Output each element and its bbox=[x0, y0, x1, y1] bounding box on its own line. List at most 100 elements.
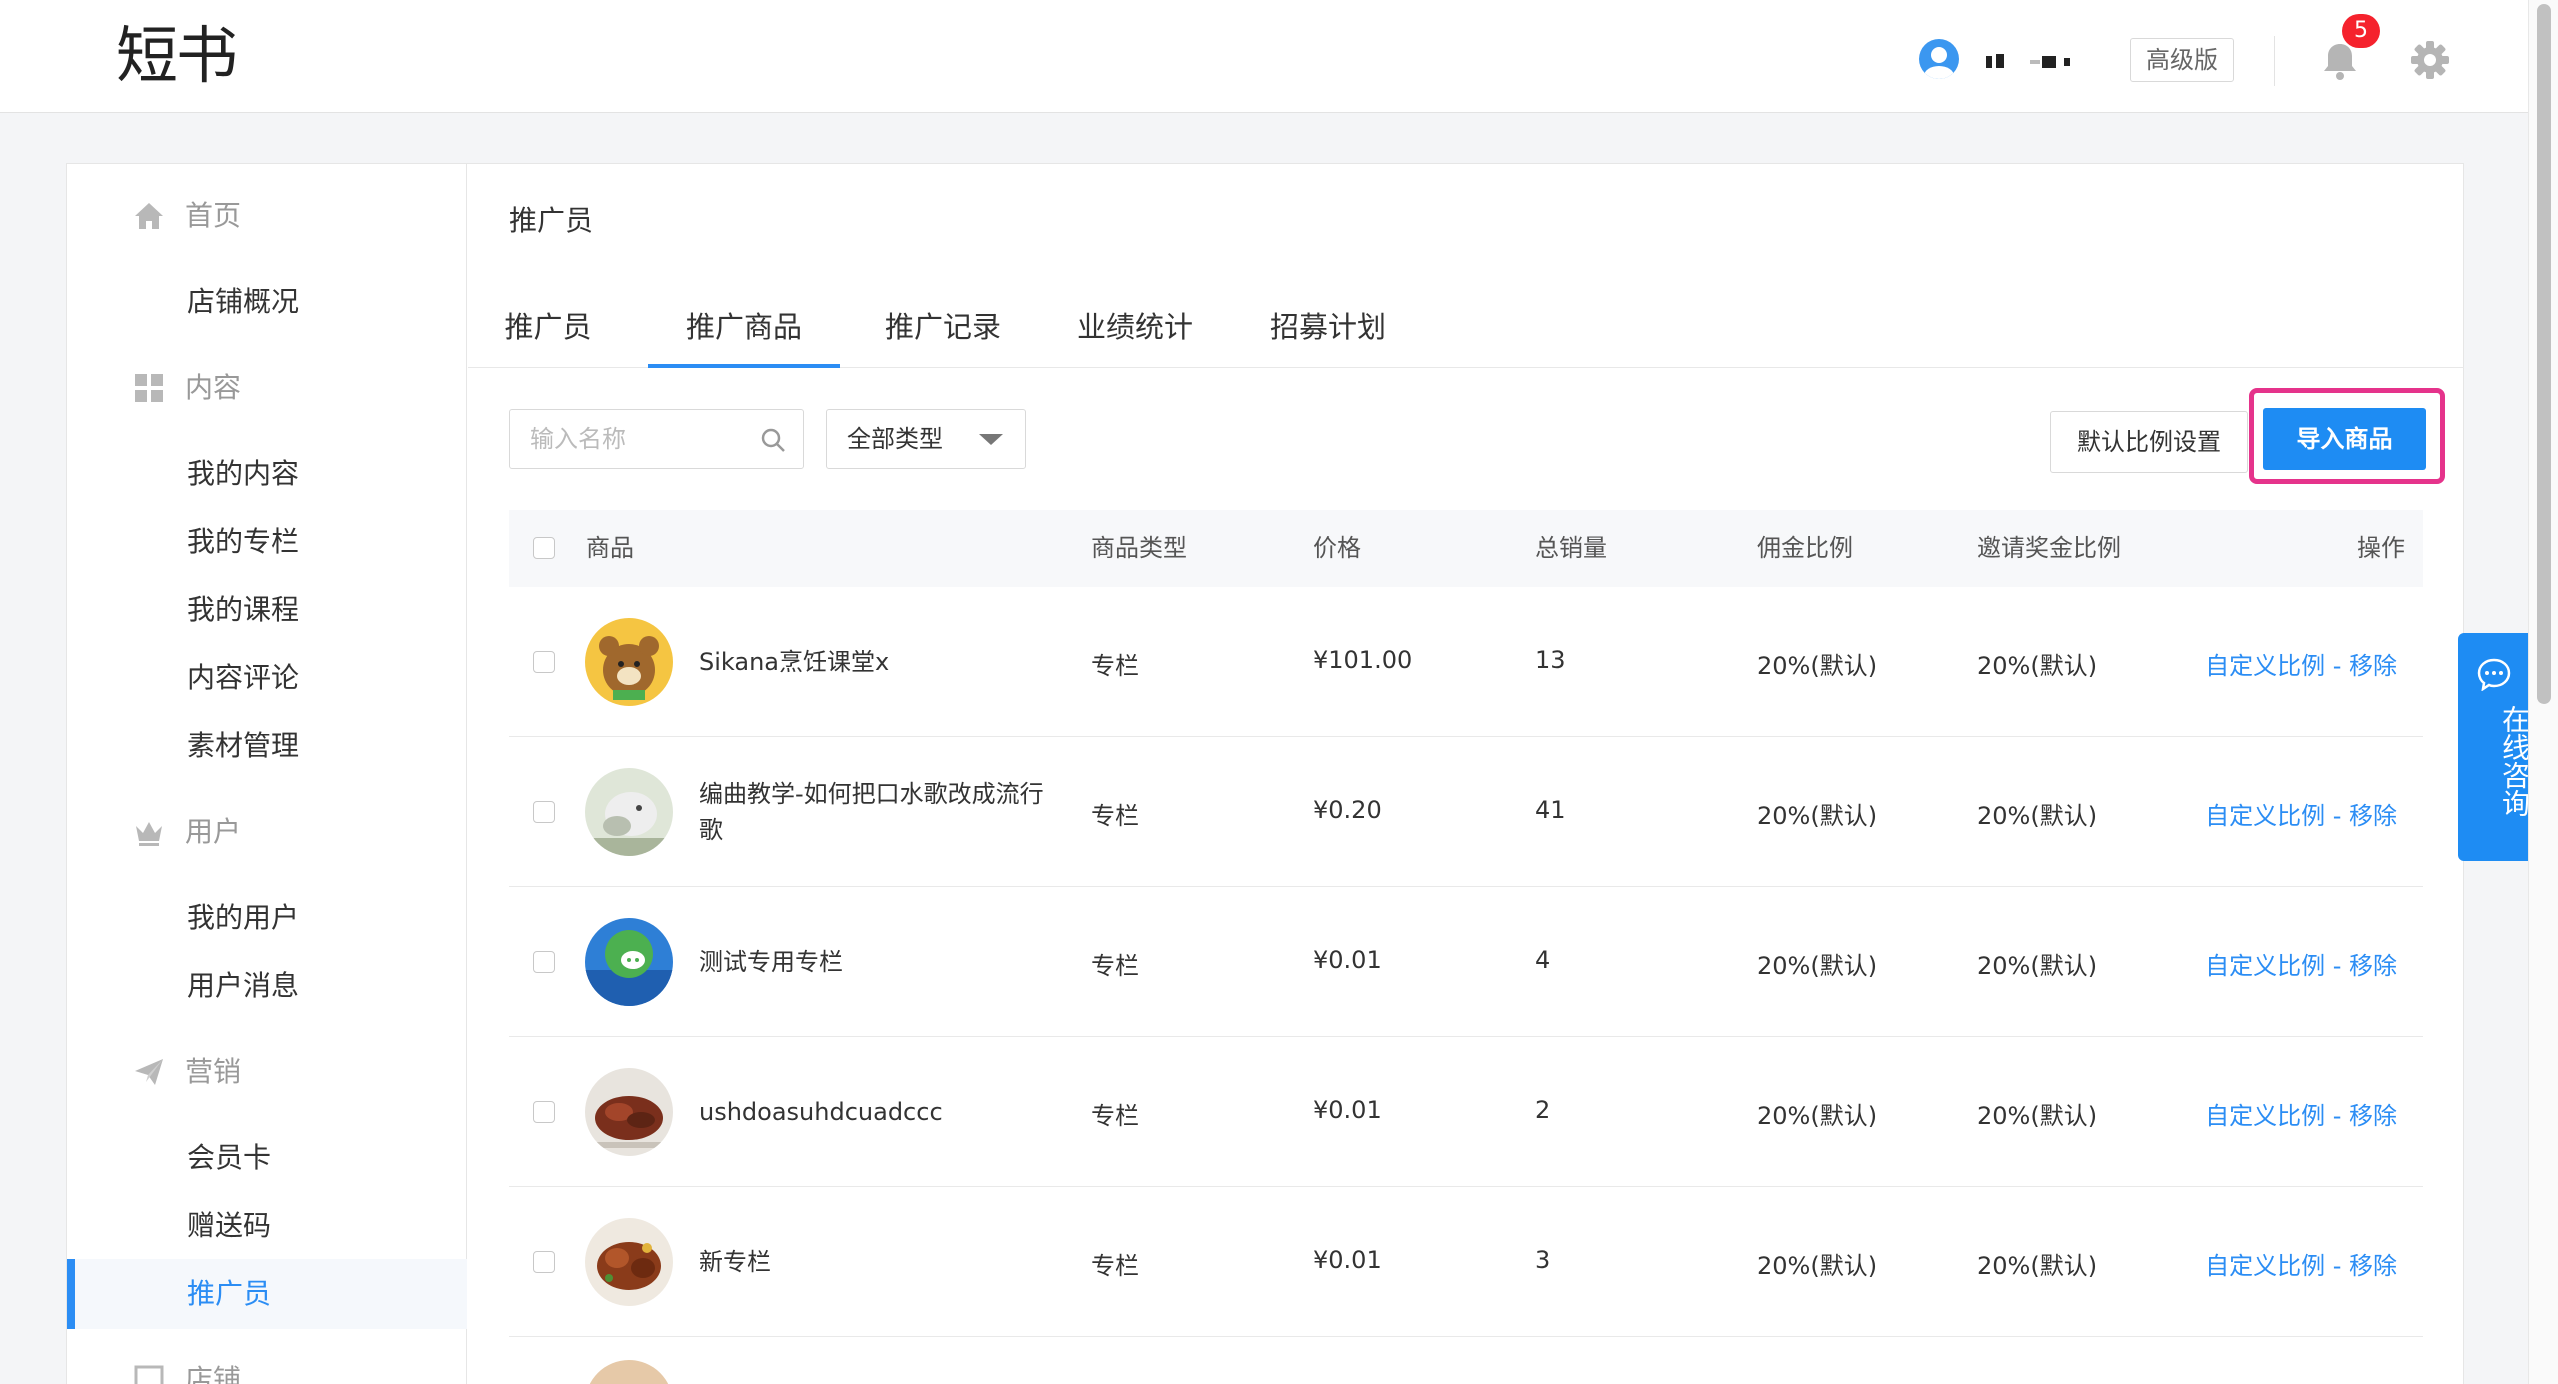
column-header-actions: 操作 bbox=[2357, 534, 2405, 562]
sidebar-group-marketing[interactable]: 营销 bbox=[67, 1037, 467, 1107]
username-redacted[interactable] bbox=[1986, 46, 2092, 74]
sidebar-group-label: 店铺 bbox=[185, 1363, 242, 1384]
product-type: 专栏 bbox=[1091, 952, 1139, 980]
tab-bar: 推广员 推广商品 推广记录 业绩统计 招募计划 bbox=[468, 299, 2464, 368]
product-price: ¥0.01 bbox=[1313, 1096, 1382, 1124]
import-products-button[interactable]: 导入商品 bbox=[2263, 408, 2426, 470]
search-icon[interactable] bbox=[759, 426, 787, 454]
custom-ratio-link[interactable]: 自定义比例 bbox=[2205, 1252, 2325, 1280]
remove-link[interactable]: 移除 bbox=[2349, 802, 2397, 830]
row-checkbox[interactable] bbox=[533, 1251, 555, 1273]
grid-icon bbox=[135, 374, 163, 402]
sidebar-group-users[interactable]: 用户 bbox=[67, 797, 467, 867]
sidebar-item-member-card[interactable]: 会员卡 bbox=[67, 1123, 467, 1193]
column-header-sales: 总销量 bbox=[1535, 534, 1607, 562]
row-checkbox[interactable] bbox=[533, 1101, 555, 1123]
sidebar: 首页 店铺概况 内容 我的内容 我的专栏 我的课程 内容评论 素材管理 用户 我… bbox=[67, 164, 467, 1384]
remove-link[interactable]: 移除 bbox=[2349, 652, 2397, 680]
sidebar-group-content[interactable]: 内容 bbox=[67, 353, 467, 423]
product-thumbnail bbox=[585, 1218, 673, 1306]
select-all-checkbox[interactable] bbox=[533, 537, 555, 559]
consult-label: 在线咨询 bbox=[2498, 705, 2531, 817]
custom-ratio-link[interactable]: 自定义比例 bbox=[2205, 802, 2325, 830]
user-avatar-icon[interactable] bbox=[1919, 39, 1959, 79]
custom-ratio-link[interactable]: 自定义比例 bbox=[2205, 652, 2325, 680]
sidebar-group-label: 用户 bbox=[185, 815, 242, 848]
custom-ratio-link[interactable]: 自定义比例 bbox=[2205, 1102, 2325, 1130]
chat-bubble-icon bbox=[2477, 658, 2511, 691]
sidebar-item-my-courses[interactable]: 我的课程 bbox=[67, 575, 467, 645]
sidebar-item-label: 用户消息 bbox=[187, 969, 300, 1002]
sidebar-item-label: 推广员 bbox=[187, 1277, 272, 1310]
gear-icon[interactable] bbox=[2408, 38, 2452, 82]
product-thumbnail bbox=[585, 1360, 673, 1384]
action-separator: - bbox=[2325, 1252, 2349, 1280]
top-bar: 短书 高级版 5 bbox=[0, 0, 2558, 113]
product-type: 专栏 bbox=[1091, 652, 1139, 680]
invite-bonus-ratio: 20%(默认) bbox=[1977, 802, 2098, 830]
row-actions: 自定义比例 - 移除 bbox=[2205, 1246, 2397, 1281]
tab-promoted-products[interactable]: 推广商品 bbox=[648, 299, 840, 368]
sidebar-item-shop-overview[interactable]: 店铺概况 bbox=[67, 267, 467, 337]
sidebar-item-promoters[interactable]: 推广员 bbox=[67, 1259, 467, 1329]
page-scrollbar[interactable] bbox=[2528, 0, 2558, 1384]
column-header-type: 商品类型 bbox=[1091, 534, 1187, 562]
tab-promoters[interactable]: 推广员 bbox=[498, 299, 598, 368]
remove-link[interactable]: 移除 bbox=[2349, 1102, 2397, 1130]
action-separator: - bbox=[2325, 952, 2349, 980]
search-box bbox=[509, 409, 804, 469]
table-header: 商品 商品类型 价格 总销量 佣金比例 邀请奖金比例 操作 bbox=[509, 510, 2423, 587]
sidebar-item-label: 我的课程 bbox=[187, 593, 300, 626]
row-actions: 自定义比例 - 移除 bbox=[2205, 796, 2397, 831]
remove-link[interactable]: 移除 bbox=[2349, 1252, 2397, 1280]
row-checkbox[interactable] bbox=[533, 651, 555, 673]
invite-bonus-ratio: 20%(默认) bbox=[1977, 652, 2098, 680]
sidebar-item-gift-code[interactable]: 赠送码 bbox=[67, 1191, 467, 1261]
plan-badge[interactable]: 高级版 bbox=[2130, 38, 2234, 82]
sidebar-item-user-messages[interactable]: 用户消息 bbox=[67, 951, 467, 1021]
sidebar-item-label: 素材管理 bbox=[187, 729, 300, 762]
default-ratio-button[interactable]: 默认比例设置 bbox=[2050, 411, 2248, 473]
remove-link[interactable]: 移除 bbox=[2349, 952, 2397, 980]
sidebar-item-my-users[interactable]: 我的用户 bbox=[67, 883, 467, 953]
sidebar-item-label: 我的专栏 bbox=[187, 525, 300, 558]
product-sales: 3 bbox=[1535, 1246, 1551, 1274]
shop-icon bbox=[134, 1365, 164, 1384]
scrollbar-thumb[interactable] bbox=[2537, 4, 2551, 704]
sidebar-item-my-columns[interactable]: 我的专栏 bbox=[67, 507, 467, 577]
custom-ratio-link[interactable]: 自定义比例 bbox=[2205, 952, 2325, 980]
product-price: ¥0.01 bbox=[1313, 1246, 1382, 1274]
content-area: 推广员 推广员 推广商品 推广记录 业绩统计 招募计划 全部类型 默认比例设置 … bbox=[468, 164, 2464, 1384]
row-checkbox[interactable] bbox=[533, 951, 555, 973]
tab-promotion-records[interactable]: 推广记录 bbox=[878, 299, 1008, 368]
column-header-product: 商品 bbox=[586, 534, 634, 562]
product-price: ¥0.20 bbox=[1313, 796, 1382, 824]
commission-ratio: 20%(默认) bbox=[1757, 802, 1878, 830]
type-filter-select[interactable]: 全部类型 bbox=[826, 409, 1026, 469]
tab-performance-stats[interactable]: 业绩统计 bbox=[1070, 299, 1200, 368]
sidebar-group-home[interactable]: 首页 bbox=[67, 181, 467, 251]
column-header-price: 价格 bbox=[1313, 534, 1361, 562]
product-thumbnail bbox=[585, 1068, 673, 1156]
tab-recruit-plan[interactable]: 招募计划 bbox=[1263, 299, 1393, 368]
sidebar-item-assets[interactable]: 素材管理 bbox=[67, 711, 467, 781]
product-sales: 41 bbox=[1535, 796, 1566, 824]
online-consult-button[interactable]: 在线咨询 bbox=[2458, 633, 2531, 861]
row-actions: 自定义比例 - 移除 bbox=[2205, 946, 2397, 981]
product-type: 专栏 bbox=[1091, 802, 1139, 830]
sidebar-group-shop[interactable]: 店铺 bbox=[67, 1345, 467, 1384]
product-name: 新专栏 bbox=[699, 1248, 771, 1276]
invite-bonus-ratio: 20%(默认) bbox=[1977, 1252, 2098, 1280]
sidebar-item-label: 我的用户 bbox=[187, 901, 300, 934]
row-actions: 自定义比例 - 移除 bbox=[2205, 646, 2397, 681]
sidebar-item-label: 会员卡 bbox=[187, 1141, 272, 1174]
sidebar-item-content-comments[interactable]: 内容评论 bbox=[67, 643, 467, 713]
invite-bonus-ratio: 20%(默认) bbox=[1977, 1102, 2098, 1130]
table-row: 测试专用专栏 专栏 ¥0.01 4 20%(默认) 20%(默认) 自定义比例 … bbox=[509, 887, 2423, 1037]
search-input[interactable] bbox=[510, 410, 750, 468]
row-checkbox[interactable] bbox=[533, 801, 555, 823]
product-sales: 2 bbox=[1535, 1096, 1551, 1124]
sidebar-item-my-content[interactable]: 我的内容 bbox=[67, 439, 467, 509]
logo[interactable]: 短书 bbox=[116, 18, 238, 94]
action-separator: - bbox=[2325, 1102, 2349, 1130]
